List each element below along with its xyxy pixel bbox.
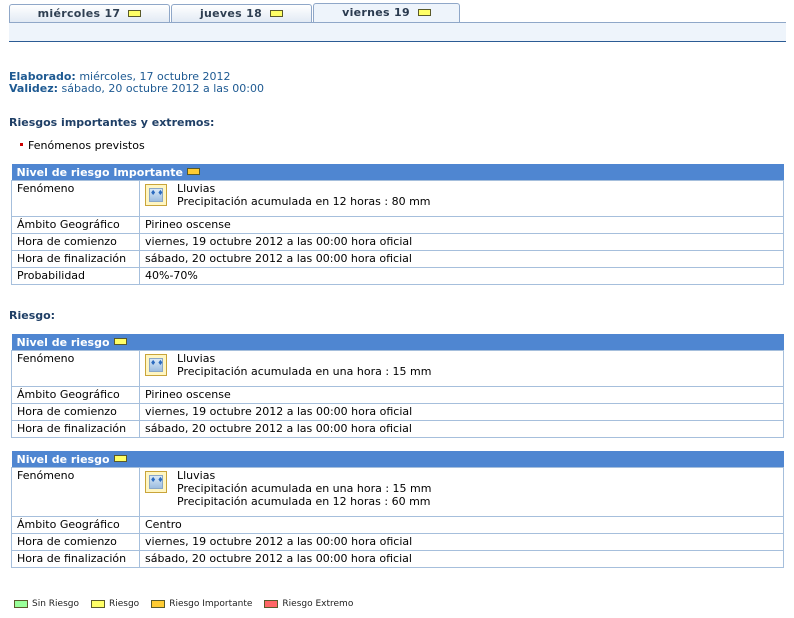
fenomeno-cell: Lluvias Precipitación acumulada en una h… <box>139 350 784 387</box>
level-flag-icon <box>14 600 28 608</box>
fin-label: Hora de finalización <box>11 250 140 268</box>
level-flag-icon <box>186 168 200 175</box>
risk-table-important: Nivel de riesgo Importante Fenómeno Lluv… <box>11 164 784 285</box>
comienzo-label: Hora de comienzo <box>11 233 140 251</box>
comienzo-value: viernes, 19 octubre 2012 a las 00:00 hor… <box>139 533 784 551</box>
risk-level-title: Nivel de riesgo <box>16 335 110 349</box>
legend-label: Riesgo Extremo <box>282 599 354 609</box>
legend-item-riesgo-importante: Riesgo Importante <box>151 599 252 609</box>
fenomeno-name: Lluvias <box>177 352 216 365</box>
risk-table-1: Nivel de riesgo Fenómeno Lluvias Precipi… <box>11 334 784 438</box>
tab-label: miércoles 17 <box>37 7 121 20</box>
fin-value: sábado, 20 octubre 2012 a las 00:00 hora… <box>139 420 784 438</box>
fin-value: sábado, 20 octubre 2012 a las 00:00 hora… <box>139 550 784 568</box>
comienzo-value: viernes, 19 octubre 2012 a las 00:00 hor… <box>139 233 784 251</box>
legend-item-riesgo-extremo: Riesgo Extremo <box>264 599 353 609</box>
rain-icon <box>145 184 167 206</box>
legend-label: Riesgo Importante <box>169 599 253 609</box>
level-flag-icon <box>113 338 127 345</box>
tab-label: jueves 18 <box>199 7 263 20</box>
fin-label: Hora de finalización <box>11 550 140 568</box>
day-tabs: miércoles 17 jueves 18 viernes 19 <box>9 3 460 24</box>
risk-table-2: Nivel de riesgo Fenómeno Lluvias Precipi… <box>11 451 784 568</box>
probabilidad-value: 40%-70% <box>139 267 784 285</box>
tab-jueves[interactable]: jueves 18 <box>171 4 312 22</box>
fenomeno-name: Lluvias <box>177 182 216 195</box>
risk-level-title: Nivel de riesgo Importante <box>16 165 183 179</box>
fenomeno-detail: Precipitación acumulada en 12 horas : 60… <box>177 495 431 508</box>
fenomeno-cell: Lluvias Precipitación acumulada en 12 ho… <box>139 180 784 217</box>
ambito-label: Ámbito Geográfico <box>11 516 140 534</box>
fenomeno-detail: Precipitación acumulada en 12 horas : 80… <box>177 195 431 208</box>
tab-content-bar <box>9 22 786 42</box>
fenomeno-cell: Lluvias Precipitación acumulada en una h… <box>139 467 784 517</box>
rain-icon <box>145 471 167 493</box>
legend-label: Sin Riesgo <box>32 599 79 609</box>
fenomeno-name: Lluvias <box>177 469 216 482</box>
tab-miercoles[interactable]: miércoles 17 <box>9 4 170 22</box>
level-flag-icon <box>151 600 166 608</box>
bullet-label: Fenómenos previstos <box>28 139 145 152</box>
validez-label: Validez: <box>9 82 59 95</box>
legend-item-sin-riesgo: Sin Riesgo <box>14 599 79 609</box>
risk-table-header: Nivel de riesgo <box>11 334 784 351</box>
level-flag-icon <box>113 455 127 462</box>
fenomeno-detail: Precipitación acumulada en una hora : 15… <box>177 482 432 495</box>
section-heading-risk: Riesgo: <box>9 309 56 322</box>
legend-label: Riesgo <box>108 599 140 609</box>
fin-value: sábado, 20 octubre 2012 a las 00:00 hora… <box>139 250 784 268</box>
ambito-value: Pirineo oscense <box>139 386 784 404</box>
risk-table-header: Nivel de riesgo <box>11 451 784 468</box>
legend-item-riesgo: Riesgo <box>90 599 140 609</box>
comienzo-value: viernes, 19 octubre 2012 a las 00:00 hor… <box>139 403 784 421</box>
ambito-value: Pirineo oscense <box>139 216 784 234</box>
fenomeno-label: Fenómeno <box>11 350 140 387</box>
fenomeno-label: Fenómeno <box>11 180 140 217</box>
level-flag-icon <box>417 8 431 16</box>
risk-level-title: Nivel de riesgo <box>16 452 110 466</box>
fin-label: Hora de finalización <box>11 420 140 438</box>
bullet-square-icon <box>20 142 23 146</box>
fenomeno-label: Fenómeno <box>11 467 140 517</box>
tab-label: viernes 19 <box>342 6 410 19</box>
fenomeno-detail: Precipitación acumulada en una hora : 15… <box>177 365 432 378</box>
validez-value: sábado, 20 octubre 2012 a las 00:00 <box>61 82 264 95</box>
comienzo-label: Hora de comienzo <box>11 533 140 551</box>
level-flag-icon <box>264 600 279 608</box>
ambito-label: Ámbito Geográfico <box>11 386 140 404</box>
ambito-label: Ámbito Geográfico <box>11 216 140 234</box>
rain-icon <box>145 354 167 376</box>
level-flag-icon <box>90 600 105 608</box>
comienzo-label: Hora de comienzo <box>11 403 140 421</box>
bulletin-meta: Elaborado: miércoles, 17 octubre 2012 Va… <box>9 71 264 95</box>
level-flag-icon <box>270 9 284 17</box>
ambito-value: Centro <box>139 516 784 534</box>
risk-table-header: Nivel de riesgo Importante <box>11 164 784 181</box>
level-flag-icon <box>128 9 142 17</box>
bullet-item: Fenómenos previstos <box>20 139 145 152</box>
tab-viernes[interactable]: viernes 19 <box>313 3 460 24</box>
probabilidad-label: Probabilidad <box>11 267 140 285</box>
section-heading-important: Riesgos importantes y extremos: <box>9 116 215 129</box>
risk-legend: Sin Riesgo Riesgo Riesgo Importante Ries… <box>14 599 353 609</box>
